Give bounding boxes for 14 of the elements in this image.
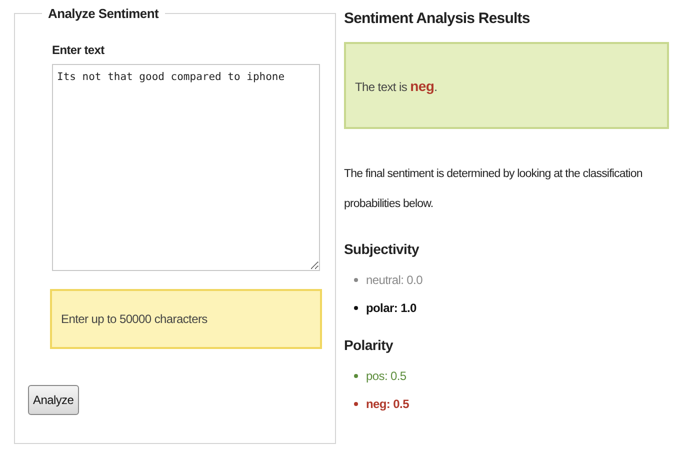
form-legend: Analyze Sentiment <box>42 6 164 21</box>
probability-text: pos: 0.5 <box>366 369 406 383</box>
text-input[interactable]: Its not that good compared to iphone <box>52 64 320 271</box>
hint-text: Enter up to 50000 characters <box>61 312 208 326</box>
section-title: Polarity <box>344 337 394 353</box>
probability-text: neutral: 0.0 <box>366 273 422 287</box>
result-text: The text is neg. <box>355 78 438 94</box>
results-title: Sentiment Analysis Results <box>344 10 531 27</box>
section-title: Subjectivity <box>344 241 420 257</box>
probability-text: neg: 0.5 <box>366 397 409 411</box>
field-label: Enter text <box>52 43 106 57</box>
analyze-button[interactable]: Analyze <box>28 385 79 415</box>
description-text: The final sentiment is determined by looking at the classification probabilities below. <box>344 167 644 212</box>
probability-text: polar: 1.0 <box>366 301 416 315</box>
